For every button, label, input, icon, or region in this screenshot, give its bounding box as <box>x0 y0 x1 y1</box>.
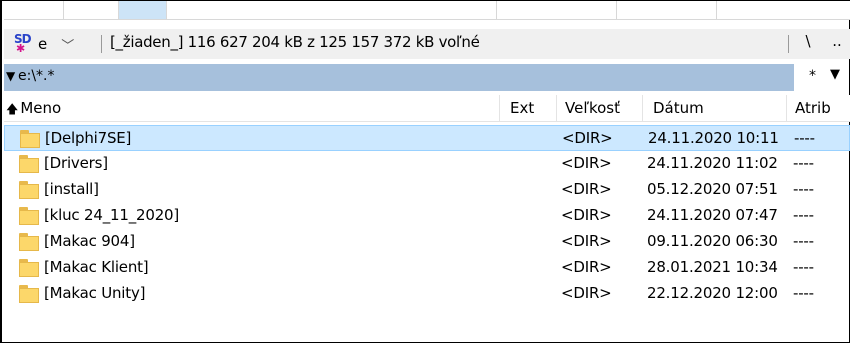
parent-dir-button[interactable]: .. <box>826 32 848 54</box>
chevron-down-icon[interactable]: ﹀ <box>61 35 74 54</box>
folder-icon <box>19 207 39 225</box>
col-date-label: Dátum <box>653 99 704 117</box>
drive-letter: e <box>38 35 48 53</box>
file-attr: ---- <box>793 154 814 172</box>
col-name-label: Meno <box>20 99 62 117</box>
file-name: [install] <box>44 180 99 198</box>
col-size[interactable]: Veľkosť <box>557 95 643 121</box>
file-attr: ---- <box>793 232 814 250</box>
file-date: 05.12.2020 07:51 <box>647 180 778 198</box>
col-size-label: Veľkosť <box>565 99 620 117</box>
file-attr: ---- <box>793 206 814 224</box>
root-dir-button[interactable]: \ <box>797 32 819 54</box>
file-date: 28.01.2021 10:34 <box>647 258 778 276</box>
folder-icon <box>19 285 39 303</box>
file-name: [Delphi7SE] <box>45 129 132 147</box>
current-path[interactable]: ▼ e:\*.* <box>4 64 794 91</box>
col-name[interactable]: 🡅 Meno <box>4 95 500 121</box>
drive-bar: SD ✱ e ﹀ [_žiaden_] 116 627 204 kB z 125… <box>4 29 850 59</box>
col-attr[interactable]: Atrib <box>787 95 850 121</box>
folder-icon <box>19 259 39 277</box>
col-ext-label: Ext <box>510 99 535 117</box>
path-text: e:\*.* <box>18 68 55 84</box>
col-date[interactable]: Dátum <box>643 95 787 121</box>
path-bar: ▼ e:\*.* * ▼ <box>4 64 850 91</box>
history-button[interactable]: * <box>809 68 816 84</box>
sort-asc-icon: 🡅 <box>6 102 19 116</box>
file-date: 24.11.2020 11:02 <box>647 154 778 172</box>
divider <box>788 35 789 53</box>
folder-icon <box>20 130 40 148</box>
file-name: [kluc 24_11_2020] <box>44 206 180 224</box>
col-attr-label: Atrib <box>795 99 831 117</box>
file-size: <DIR> <box>561 232 612 250</box>
folder-icon <box>19 181 39 199</box>
file-attr: ---- <box>794 129 815 147</box>
file-name: [Makac Unity] <box>44 284 146 302</box>
top-toolbar-strip <box>4 1 850 20</box>
table-row[interactable]: [Makac Unity] <DIR> 22.12.2020 12:00 ---… <box>4 281 850 307</box>
file-date: 22.12.2020 12:00 <box>647 284 778 302</box>
hotlist-dropdown-button[interactable]: ▼ <box>830 67 840 82</box>
file-name: [Makac Klient] <box>44 258 149 276</box>
folder-icon <box>19 233 39 251</box>
path-arrow-icon[interactable]: ▼ <box>6 69 15 83</box>
table-row[interactable]: [Makac 904] <DIR> 09.11.2020 06:30 ---- <box>4 229 850 255</box>
table-row[interactable]: [kluc 24_11_2020] <DIR> 24.11.2020 07:47… <box>4 203 850 229</box>
divider <box>101 35 102 53</box>
col-ext[interactable]: Ext <box>500 95 557 121</box>
file-size: <DIR> <box>562 129 613 147</box>
file-size: <DIR> <box>561 180 612 198</box>
file-attr: ---- <box>793 180 814 198</box>
file-panel: SD ✱ e ﹀ [_žiaden_] 116 627 204 kB z 125… <box>0 0 850 343</box>
file-size: <DIR> <box>561 154 612 172</box>
table-row[interactable]: [install] <DIR> 05.12.2020 07:51 ---- <box>4 177 850 203</box>
file-attr: ---- <box>793 258 814 276</box>
table-row[interactable]: [Drivers] <DIR> 24.11.2020 11:02 ---- <box>4 151 850 177</box>
file-size: <DIR> <box>561 258 612 276</box>
drive-free-space: [_žiaden_] 116 627 204 kB z 125 157 372 … <box>110 33 480 51</box>
file-attr: ---- <box>793 284 814 302</box>
file-date: 09.11.2020 06:30 <box>647 232 778 250</box>
table-row[interactable]: [Makac Klient] <DIR> 28.01.2021 10:34 --… <box>4 255 850 281</box>
drive-selector[interactable]: SD ✱ e ﹀ <box>12 32 99 56</box>
file-date: 24.11.2020 10:11 <box>648 129 779 147</box>
file-name: [Drivers] <box>44 154 108 172</box>
file-size: <DIR> <box>561 206 612 224</box>
file-size: <DIR> <box>561 284 612 302</box>
folder-icon <box>19 155 39 173</box>
table-row[interactable]: [Delphi7SE] <DIR> 24.11.2020 10:11 ---- <box>4 125 850 151</box>
drive-icon: SD ✱ <box>14 32 32 55</box>
file-date: 24.11.2020 07:47 <box>647 206 778 224</box>
column-header: 🡅 Meno Ext Veľkosť Dátum Atrib <box>4 95 850 122</box>
file-name: [Makac 904] <box>44 232 135 250</box>
